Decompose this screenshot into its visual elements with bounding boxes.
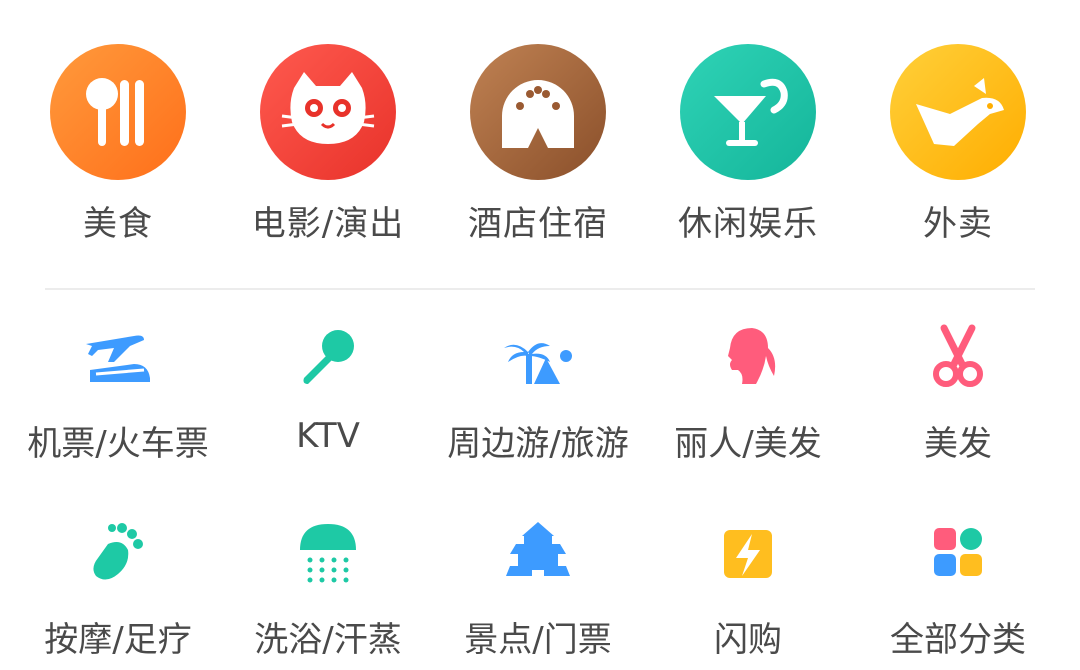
category-label: 丽人/美发 [674,424,822,464]
category-all[interactable]: 全部分类 [850,514,1066,664]
category-label: 全部分类 [890,620,1026,660]
category-ktv[interactable]: KTV [220,318,436,468]
lightning-icon [708,514,788,594]
all-categories-icon [918,514,998,594]
divider [45,288,1035,290]
delivery-kangaroo-icon [890,44,1026,180]
plane-train-icon [78,318,158,398]
category-label: 景点/门票 [464,620,612,660]
woman-profile-icon [708,318,788,398]
footprint-icon [78,514,158,594]
category-label: 机票/火车票 [27,424,209,464]
hotel-dome-icon [470,44,606,180]
category-takeout[interactable]: 外卖 [850,44,1066,244]
category-label: 美食 [83,204,153,244]
category-attractions[interactable]: 景点/门票 [430,514,646,664]
category-label: 闪购 [714,620,782,660]
category-label: 周边游/旅游 [447,424,629,464]
category-hotel[interactable]: 酒店住宿 [430,44,646,244]
category-label: 电影/演出 [251,204,405,244]
microphone-icon [288,318,368,398]
category-label: 外卖 [923,204,993,244]
shower-icon [288,514,368,594]
category-label: 洗浴/汗蒸 [254,620,402,660]
category-movies-shows[interactable]: 电影/演出 [220,44,436,244]
food-utensils-icon [50,44,186,180]
category-bath-sauna[interactable]: 洗浴/汗蒸 [220,514,436,664]
category-travel[interactable]: 周边游/旅游 [430,318,646,468]
category-food[interactable]: 美食 [10,44,226,244]
category-label: KTV [296,416,360,456]
scissors-icon [918,318,998,398]
category-massage[interactable]: 按摩/足疗 [10,514,226,664]
category-label: 美发 [924,424,992,464]
category-label: 酒店住宿 [468,204,608,244]
category-label: 休闲娱乐 [678,204,818,244]
cocktail-icon [680,44,816,180]
category-label: 按摩/足疗 [44,620,192,660]
temple-icon [498,514,578,594]
category-beauty-hair[interactable]: 丽人/美发 [640,318,856,468]
cat-face-icon [260,44,396,180]
palm-island-icon [498,318,578,398]
category-flight-train[interactable]: 机票/火车票 [10,318,226,468]
category-flash-sale[interactable]: 闪购 [640,514,856,664]
category-leisure[interactable]: 休闲娱乐 [640,44,856,244]
category-hair[interactable]: 美发 [850,318,1066,468]
